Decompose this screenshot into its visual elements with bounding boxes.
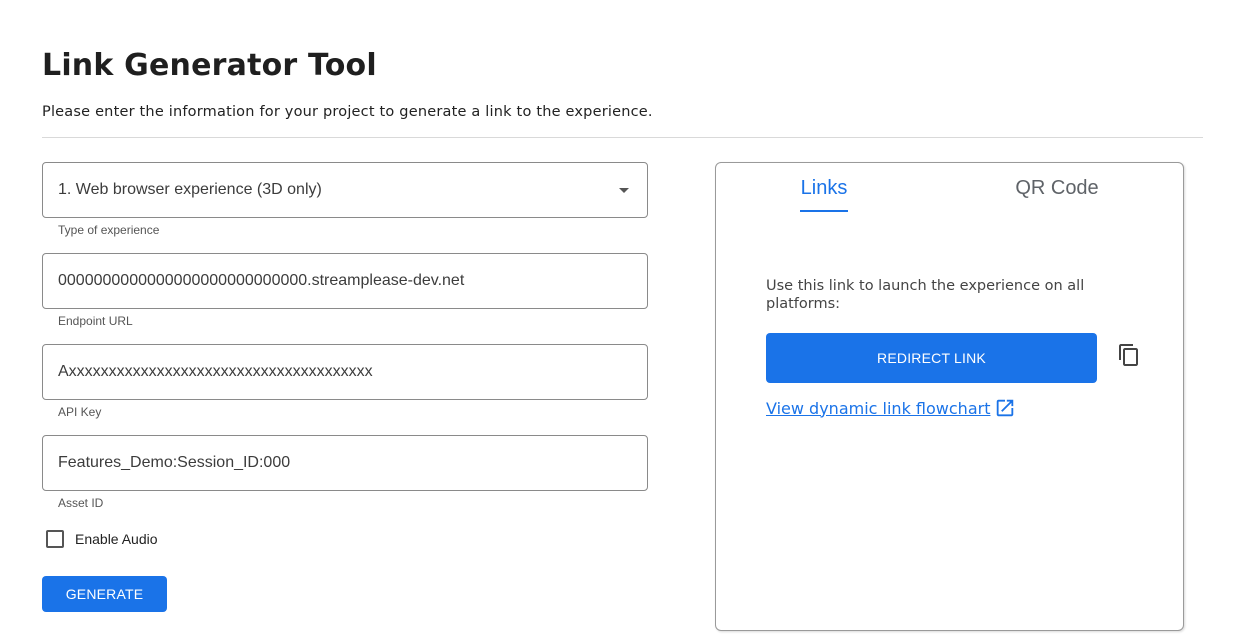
experience-type-select[interactable]: 1. Web browser experience (3D only) xyxy=(42,162,648,218)
external-link-icon[interactable] xyxy=(994,397,1016,419)
api-key-field[interactable]: Axxxxxxxxxxxxxxxxxxxxxxxxxxxxxxxxxxxxxx xyxy=(42,344,648,400)
asset-id-field[interactable]: Features_Demo:Session_ID:000 xyxy=(42,435,648,491)
generate-button[interactable]: GENERATE xyxy=(42,576,167,612)
links-panel: Links QR Code Use this link to launch th… xyxy=(715,162,1184,631)
dropdown-arrow-icon[interactable] xyxy=(619,188,629,193)
tab-qr-code[interactable]: QR Code xyxy=(1012,177,1102,200)
asset-id-helper: Asset ID xyxy=(58,496,104,510)
enable-audio-label[interactable]: Enable Audio xyxy=(75,531,158,547)
api-key-helper: API Key xyxy=(58,405,102,419)
endpoint-url-value: 0000000000000000000000000000.streampleas… xyxy=(58,272,465,289)
page-title: Link Generator Tool xyxy=(42,48,377,83)
asset-id-value: Features_Demo:Session_ID:000 xyxy=(58,454,291,471)
redirect-link-button[interactable]: REDIRECT LINK xyxy=(766,333,1097,383)
experience-type-value: 1. Web browser experience (3D only) xyxy=(58,181,322,198)
api-key-value: Axxxxxxxxxxxxxxxxxxxxxxxxxxxxxxxxxxxxxx xyxy=(58,363,373,380)
page-subtitle: Please enter the information for your pr… xyxy=(42,104,653,120)
endpoint-url-helper: Endpoint URL xyxy=(58,314,133,328)
link-description: Use this link to launch the experience o… xyxy=(766,278,1085,312)
tab-links[interactable]: Links xyxy=(798,177,850,200)
active-tab-indicator xyxy=(800,210,848,212)
enable-audio-row[interactable]: Enable Audio xyxy=(46,530,158,548)
endpoint-url-field[interactable]: 0000000000000000000000000000.streampleas… xyxy=(42,253,648,309)
experience-type-helper: Type of experience xyxy=(58,223,160,237)
copy-icon[interactable] xyxy=(1117,343,1141,367)
header-divider xyxy=(42,137,1203,138)
enable-audio-checkbox[interactable] xyxy=(46,530,64,548)
flowchart-link-label[interactable]: View dynamic link flowchart xyxy=(766,399,990,418)
flowchart-link[interactable]: View dynamic link flowchart xyxy=(766,397,1016,419)
